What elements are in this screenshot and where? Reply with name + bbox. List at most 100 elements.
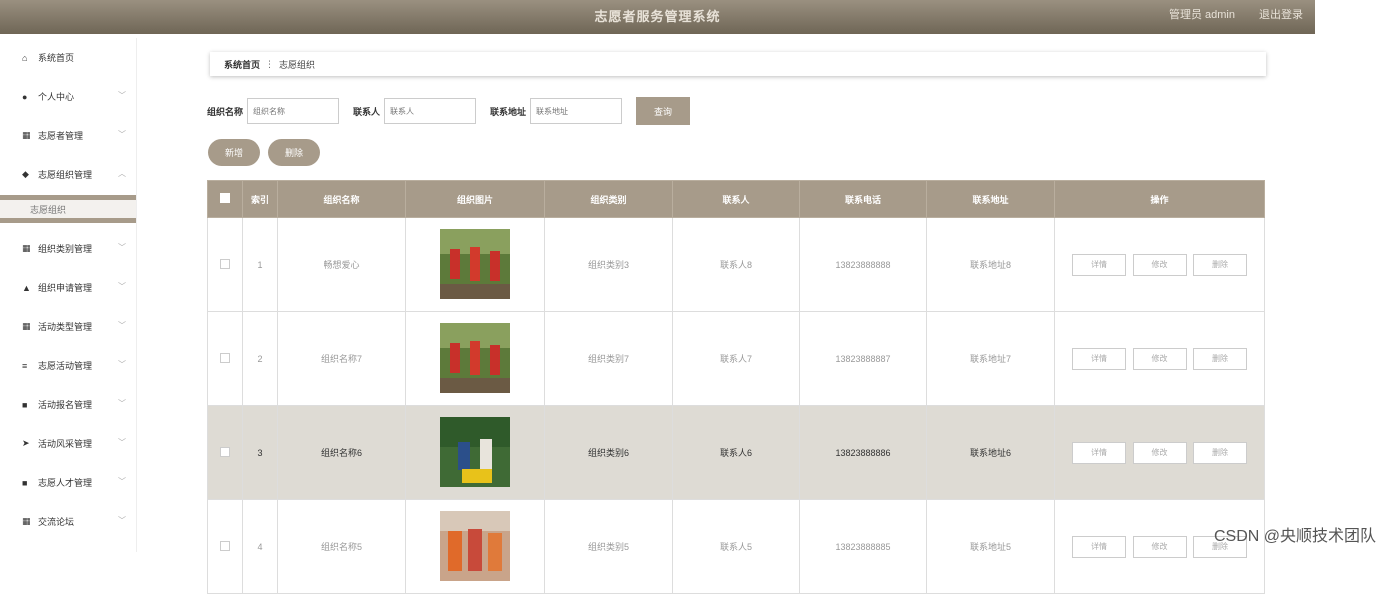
org-photo[interactable] [440,510,510,581]
chevron-down-icon: ﹀ [118,91,126,100]
logout-link[interactable]: 退出登录 [1259,6,1303,22]
column-header: 组织图片 [405,180,545,218]
chevron-down-icon: ﹀ [118,477,126,486]
batch-delete-button[interactable]: 删除 [268,139,320,166]
user-icon: ● [22,91,28,102]
grid-icon: ▦ [22,130,31,140]
address-label: 联系地址 [490,106,527,117]
org-name-cell: 畅想爱心 [277,217,406,312]
table-row[interactable]: 1 畅想爱心 组织类别3 联系人8 13823888888 联系地址8 详情 修… [207,217,1265,312]
address-cell: 联系地址6 [926,405,1055,500]
csdn-watermark: CSDN @央顺技术团队 [1213,528,1376,545]
row-checkbox[interactable] [220,258,230,269]
breadcrumb: 系统首页 ⋮ 志愿组织 [210,52,1266,76]
detail-button[interactable]: 详情 [1071,535,1126,558]
table-row[interactable]: 2 组织名称7 组织类别7 联系人7 13823888887 联系地址7 详情 … [207,311,1265,406]
sidebar-item-forum[interactable]: ▦ 交流论坛 ﹀ [0,502,136,541]
chart-icon: ▲ [22,282,31,293]
org-photo[interactable] [440,322,510,393]
sidebar-item-label: 志愿人才管理 [38,478,93,488]
current-user-label: 管理员 admin [1168,9,1235,21]
grid-icon: ▦ [22,516,31,526]
contact-cell: 联系人5 [672,499,800,594]
detail-button[interactable]: 详情 [1071,253,1126,276]
index-cell: 3 [242,405,278,500]
column-header: 联系地址 [926,180,1055,218]
org-image-cell [405,499,545,594]
row-checkbox[interactable] [220,352,230,363]
operations-cell: 详情 修改 删除 [1054,311,1265,406]
sidebar-item-personal-center[interactable]: ● 个人中心 ﹀ [0,77,136,116]
sidebar-item-label: 个人中心 [38,92,75,102]
grid-icon: ▦ [22,321,31,331]
breadcrumb-home-link[interactable]: 系统首页 [224,58,260,71]
sidebar-item-label: 活动类型管理 [38,322,93,332]
row-select-cell[interactable] [207,405,243,500]
sidebar-menu: ⌂ 系统首页 ● 个人中心 ﹀ ▦ 志愿者管理 ﹀ ◆ 志愿组织管理 ︿ 志愿组… [0,38,137,552]
column-header: 组织名称 [277,180,406,218]
detail-button[interactable]: 详情 [1071,347,1126,370]
table-header-row: 索引 组织名称 组织图片 组织类别 联系人 联系电话 联系地址 操作 [207,180,1265,218]
edit-button[interactable]: 修改 [1132,535,1187,558]
query-button[interactable]: 查询 [636,97,691,125]
table-row[interactable]: 4 组织名称5 组织类别5 联系人5 13823888885 联系地址5 详情 … [207,499,1265,594]
list-icon: ≡ [22,360,28,371]
column-header: 联系人 [672,180,800,218]
sidebar-item-home[interactable]: ⌂ 系统首页 [0,38,136,77]
sidebar-item-registration-mgmt[interactable]: ■ 活动报名管理 ﹀ [0,385,136,424]
column-header: 联系电话 [799,180,927,218]
operations-cell: 详情 修改 删除 [1054,217,1265,312]
org-image-cell [405,405,545,500]
org-photo[interactable] [440,416,510,487]
org-photo[interactable] [440,228,510,299]
sidebar-item-label: 活动风采管理 [38,439,93,449]
sidebar-item-label: 活动报名管理 [38,400,93,410]
org-name-cell: 组织名称7 [277,311,406,406]
contact-input[interactable] [384,98,477,124]
chevron-down-icon: ﹀ [118,130,126,139]
edit-button[interactable]: 修改 [1132,253,1187,276]
delete-button[interactable]: 删除 [1193,441,1248,464]
sidebar-item-gallery-mgmt[interactable]: ➤ 活动风采管理 ﹀ [0,424,136,463]
chevron-down-icon: ﹀ [118,282,126,291]
row-checkbox[interactable] [220,540,230,551]
sidebar-item-volunteer-mgmt[interactable]: ▦ 志愿者管理 ﹀ [0,116,136,155]
row-select-cell[interactable] [207,311,243,406]
row-select-cell[interactable] [207,499,243,594]
address-input[interactable] [530,98,623,124]
breadcrumb-current: 志愿组织 [279,59,316,70]
category-cell: 组织类别6 [544,405,673,500]
sidebar-item-label: 交流论坛 [38,517,75,527]
add-button[interactable]: 新增 [208,139,260,166]
chevron-down-icon: ﹀ [118,399,126,408]
chevron-down-icon: ﹀ [118,516,126,525]
sidebar-item-talent-mgmt[interactable]: ■ 志愿人才管理 ﹀ [0,463,136,502]
org-image-cell [405,217,545,312]
org-name-input[interactable] [247,98,340,124]
send-icon: ➤ [22,438,30,448]
breadcrumb-separator: ⋮ [265,58,275,69]
sidebar-item-org-category-mgmt[interactable]: ▦ 组织类别管理 ﹀ [0,229,136,268]
address-cell: 联系地址8 [926,217,1055,312]
row-select-cell[interactable] [207,217,243,312]
delete-button[interactable]: 删除 [1193,347,1248,370]
chevron-down-icon: ﹀ [118,438,126,447]
card-icon: ■ [22,477,28,488]
row-checkbox[interactable] [220,446,230,457]
delete-button[interactable]: 删除 [1193,253,1248,276]
sidebar-item-activity-type-mgmt[interactable]: ▦ 活动类型管理 ﹀ [0,307,136,346]
sidebar-item-label: 志愿组织管理 [38,170,93,180]
sidebar-item-org-application-mgmt[interactable]: ▲ 组织申请管理 ﹀ [0,268,136,307]
edit-button[interactable]: 修改 [1132,347,1187,370]
grid-icon: ▦ [22,243,31,253]
category-cell: 组织类别5 [544,499,673,594]
select-all-checkbox[interactable] [220,193,230,203]
sidebar-item-activity-mgmt[interactable]: ≡ 志愿活动管理 ﹀ [0,346,136,385]
edit-button[interactable]: 修改 [1132,441,1187,464]
select-all-cell[interactable] [207,180,243,218]
detail-button[interactable]: 详情 [1071,441,1126,464]
sidebar-item-org-mgmt[interactable]: ◆ 志愿组织管理 ︿ [0,155,136,194]
contact-label: 联系人 [353,106,381,117]
table-row[interactable]: 3 组织名称6 组织类别6 联系人6 13823888886 联系地址6 详情 … [207,405,1265,500]
submenu-item-volunteer-org[interactable]: 志愿组织 [0,195,136,223]
